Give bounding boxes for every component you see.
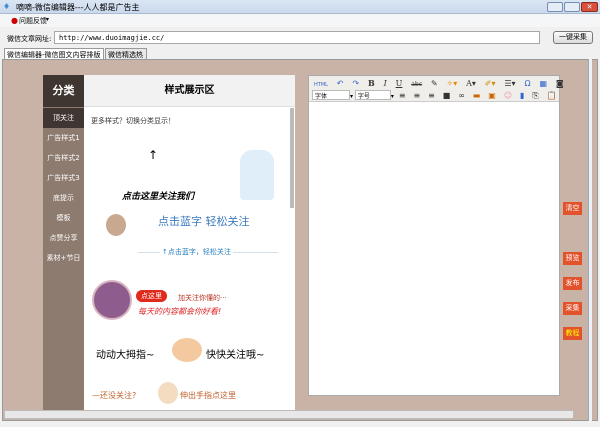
style-sample-8[interactable]: —还没关注? [92,390,136,401]
cartoon-thumb-image [172,338,202,362]
horizontal-scrollbar[interactable] [4,410,574,419]
special-char-icon[interactable]: Ω [524,79,530,88]
paste-text-icon[interactable]: ⎘ [532,91,538,101]
maximize-button[interactable] [564,2,580,12]
style-sample-6[interactable]: 动动大拇指~ [96,346,154,361]
editor-toolbar: HTML ↶ ↷ B I U abc ✎ ✧▾ A▾ ✐▾ ☰▾ Ω ▦ ◙ 字… [309,76,564,102]
sidebar-item-ad3[interactable]: 广告样式3 [43,168,84,188]
finger-cartoon-image [158,382,178,404]
preview-button[interactable]: 预览 [563,252,582,265]
avatar-image [106,214,126,236]
paste-icon[interactable]: 📋 [547,91,557,100]
menu-bar: ● 问题反馈 ▾ [0,14,600,27]
clear-button[interactable]: 清空 [563,202,582,215]
underline-button[interactable]: U [396,79,403,88]
sidebar-item-material[interactable]: 素材+节日 [43,248,84,268]
link-icon[interactable]: ∞ [458,91,465,100]
insert-image-icon[interactable]: ▣ [488,91,496,100]
minimize-button[interactable] [547,2,563,12]
font-size-select[interactable]: 字号 [354,90,391,100]
feedback-menu[interactable]: 问题反馈 [19,16,47,26]
align-right-icon[interactable]: ≡ [428,91,435,100]
display-hint: 更多样式？切换分类显示！ [91,117,175,125]
style-sample-9[interactable]: 伸出手指点这里 [180,390,236,401]
sidebar-title: 分类 [43,75,84,107]
circle-photo [92,280,132,320]
italic-button[interactable]: I [384,79,387,88]
style-sample-7[interactable]: 快快关注哦~ [206,346,264,361]
style-sample-3[interactable]: ↑点击蓝字，轻松关注 [160,247,233,257]
align-center-icon[interactable]: ≡ [413,91,420,100]
font-family-label: 字体 [315,93,328,100]
rich-text-editor[interactable] [308,75,560,396]
emoji-icon[interactable]: ☺ [504,91,512,100]
sidebar-item-template[interactable]: 模板 [43,208,84,228]
window-title: 嘀嘀-微信编辑器---人人都是广告主 [16,3,140,12]
undo-icon[interactable]: ↶ [337,79,344,88]
app-icon: ♦ [3,2,11,11]
find-icon[interactable]: ◙ [556,79,564,88]
redo-icon[interactable]: ↷ [352,79,359,88]
html-source-button[interactable]: HTML [314,82,328,88]
style-sample-1[interactable]: 点击这里关注我们 [122,189,194,202]
arrow-up-icon: ↑ [148,148,159,162]
tab-editor[interactable]: 微信编辑器-微信图文内容排版系统 [4,48,104,69]
display-scrollbar[interactable] [290,108,294,208]
cartoon-image[interactable] [240,150,274,200]
video-icon[interactable]: ▮ [520,91,524,100]
display-title: 样式展示区 [84,75,295,107]
tab-hot-articles[interactable]: 微信精选热文 [105,48,147,69]
font-color-label: A [466,79,472,88]
strikethrough-icon[interactable]: abc [411,81,422,88]
eraser-icon[interactable]: ✎ [431,79,438,88]
font-family-select[interactable]: 字体 [312,90,350,100]
sidebar-item-bottom-tip[interactable]: 底提示 [43,188,84,208]
bold-button[interactable]: B [368,78,375,88]
image-icon[interactable]: ▬ [473,91,481,100]
list-icon[interactable]: ☰▾ [504,79,515,88]
publish-button[interactable]: 发布 [563,277,582,290]
sidebar-item-ad2[interactable]: 广告样式2 [43,148,84,168]
collect-side-button[interactable]: 采集 [563,302,582,315]
vertical-scrollbar[interactable] [588,59,592,421]
format-brush-icon[interactable]: ✧▾ [447,79,458,88]
sidebar-item-follow[interactable]: 顶关注 [43,108,84,128]
font-color-button[interactable]: A▾ [466,79,476,88]
url-label: 微信文章网址: [7,35,52,43]
highlight-icon[interactable]: ✐▾ [485,79,496,88]
font-size-label: 字号 [357,93,370,100]
sidebar-item-like-share[interactable]: 点赞分享 [43,228,84,248]
table-icon[interactable]: ▦ [539,79,547,88]
click-here-badge[interactable]: 点这里 [136,290,167,302]
align-left-icon[interactable]: ≡ [399,91,406,100]
justify-icon[interactable]: ■ [443,91,451,100]
tutorial-button[interactable]: 教程 [563,327,582,340]
chevron-down-icon[interactable]: ▾ [46,16,49,23]
collect-button[interactable]: 一键采集 [553,31,593,44]
sidebar-item-ad1[interactable]: 广告样式1 [43,128,84,148]
close-button[interactable]: ✕ [581,2,598,12]
person-icon: ● [11,16,18,25]
style-sample-4: 加关注你懂的··· [178,294,227,302]
url-input[interactable]: http://www.duoimagjie.cc/ [54,31,540,44]
style-sample-5: 每天的内容都会你好看! [138,307,222,316]
style-sample-2[interactable]: 点击蓝字 轻松关注 [158,213,250,229]
